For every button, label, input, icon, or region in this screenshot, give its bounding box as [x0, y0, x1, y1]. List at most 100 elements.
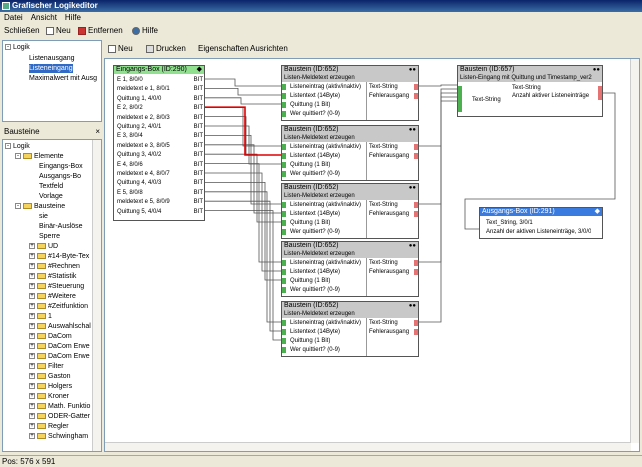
output-pin[interactable]: [414, 320, 418, 326]
new-button[interactable]: Neu: [44, 25, 73, 37]
logic-canvas[interactable]: Eingangs-Box (ID:290) ◆ E 1, 8/0/0 BIT meld…: [104, 58, 640, 452]
close-icon[interactable]: ×: [95, 126, 100, 138]
input-pin[interactable]: [282, 211, 286, 217]
input-pin[interactable]: [282, 93, 286, 99]
menu-hilfe[interactable]: Hilfe: [61, 12, 85, 23]
input-pin[interactable]: [282, 220, 286, 226]
folder-icon: [37, 263, 46, 270]
tree-item[interactable]: Vorlage: [39, 192, 63, 201]
input-box[interactable]: Eingangs-Box (ID:290) ◆ E 1, 8/0/0 BIT meld…: [113, 65, 205, 221]
tree-folder[interactable]: + Gaston: [29, 372, 71, 381]
logic-item[interactable]: Listenausgang: [29, 54, 75, 63]
input-pin[interactable]: [282, 229, 286, 235]
output-pin[interactable]: [598, 86, 602, 100]
tree-item[interactable]: Textfeld: [39, 182, 63, 191]
tree-folder[interactable]: +1: [29, 312, 52, 321]
output-pin[interactable]: [414, 93, 418, 99]
input-pin[interactable]: [282, 111, 286, 117]
list-block[interactable]: Baustein (ID:652) Listen-Meldetext erzeug…: [281, 301, 419, 357]
node-menu-icon[interactable]: ●●: [409, 242, 416, 250]
input-pin[interactable]: [282, 338, 286, 344]
output-box[interactable]: Ausgangs-Box (ID:291) ◆ Text_String, 3/0/…: [479, 207, 603, 239]
tree-folder[interactable]: + #Zeitfunktion: [29, 302, 88, 311]
tree-folder[interactable]: + Math. Funktio: [29, 402, 90, 411]
tree-folder[interactable]: + Kroner: [29, 392, 69, 401]
list-block[interactable]: Baustein (ID:652) Listen-Meldetext erzeug…: [281, 125, 419, 181]
input-pin[interactable]: [282, 269, 286, 275]
tree-folder[interactable]: + ODER-Gatter: [29, 412, 90, 421]
input-pin[interactable]: [282, 84, 286, 90]
properties-button[interactable]: Eigenschaften: [196, 43, 251, 55]
tree-folder[interactable]: + UD: [29, 242, 58, 251]
output-pin[interactable]: [414, 269, 418, 275]
align-button[interactable]: Ausrichten: [248, 43, 290, 55]
output-pin[interactable]: [414, 84, 418, 90]
pin-label: BIT: [193, 86, 203, 93]
list-block-header: Baustein (ID:652) Listen-Meldetext erzeug…: [282, 184, 418, 200]
print-button[interactable]: Drucken: [144, 43, 188, 55]
tree-folder[interactable]: + Auswahlschal: [29, 322, 91, 331]
tree-folder[interactable]: - Bausteine: [15, 202, 65, 211]
tree-folder[interactable]: + #Rechnen: [29, 262, 80, 271]
input-pin[interactable]: [282, 202, 286, 208]
divider: [366, 258, 367, 296]
logic-root[interactable]: - Logik: [5, 43, 30, 52]
tree-folder[interactable]: + #14-Byte-Tex: [29, 252, 89, 261]
input-pin[interactable]: [282, 278, 286, 284]
blocks-root[interactable]: - Logik: [5, 142, 30, 151]
merge-block[interactable]: Baustein (ID:657) Listen-Eingang mit Qui…: [457, 65, 603, 117]
tree-item[interactable]: Binär-Auslöse: [39, 222, 83, 231]
menu-ansicht[interactable]: Ansicht: [27, 12, 61, 23]
tree-folder[interactable]: + #Statistik: [29, 272, 76, 281]
input-pin[interactable]: [282, 320, 286, 326]
tree-folder[interactable]: + #Weitere: [29, 292, 76, 301]
tree-folder[interactable]: + Holgers: [29, 382, 72, 391]
output-pin[interactable]: [414, 329, 418, 335]
tree-folder[interactable]: + Schwingham: [29, 432, 88, 441]
tree-folder[interactable]: + DaCom Erwe: [29, 352, 90, 361]
output-pin[interactable]: [414, 211, 418, 217]
input-pin[interactable]: [282, 329, 286, 335]
tree-folder[interactable]: + DaCom Erwe: [29, 342, 90, 351]
output-pin[interactable]: [414, 260, 418, 266]
input-pin[interactable]: [282, 144, 286, 150]
node-menu-icon[interactable]: ●●: [409, 302, 416, 310]
list-block[interactable]: Baustein (ID:652) Listen-Meldetext erzeug…: [281, 183, 419, 239]
close-button[interactable]: Schließen: [2, 25, 42, 37]
tree-item[interactable]: Eingangs-Box: [39, 162, 83, 171]
tree-item[interactable]: sie: [39, 212, 48, 221]
node-menu-icon[interactable]: ●●: [409, 66, 416, 74]
input-pin[interactable]: [282, 287, 286, 293]
output-pin[interactable]: [414, 153, 418, 159]
input-pin[interactable]: [282, 260, 286, 266]
tree-folder[interactable]: - Elemente: [15, 152, 64, 161]
vertical-scrollbar[interactable]: [92, 140, 101, 451]
input-pin[interactable]: [458, 86, 462, 112]
tree-folder[interactable]: + Regler: [29, 422, 69, 431]
remove-button[interactable]: Entfernen: [76, 25, 125, 37]
list-block[interactable]: Baustein (ID:652) Listen-Meldetext erzeug…: [281, 65, 419, 121]
list-block[interactable]: Baustein (ID:652) Listen-Meldetext erzeug…: [281, 241, 419, 297]
output-pin[interactable]: [414, 144, 418, 150]
input-pin[interactable]: [282, 347, 286, 353]
input-pin[interactable]: [282, 171, 286, 177]
output-pin[interactable]: [414, 202, 418, 208]
tree-item[interactable]: Ausgangs-Bo: [39, 172, 81, 181]
tree-folder[interactable]: + DaCom: [29, 332, 72, 341]
node-menu-icon[interactable]: ●●: [593, 66, 600, 74]
help-button[interactable]: Hilfe: [130, 25, 160, 37]
tree-folder[interactable]: + #Steuerung: [29, 282, 84, 291]
canvas-horizontal-scrollbar[interactable]: [105, 442, 631, 451]
input-pin[interactable]: [282, 102, 286, 108]
tree-item[interactable]: Sperre: [39, 232, 60, 241]
input-pin[interactable]: [282, 153, 286, 159]
node-menu-icon[interactable]: ●●: [409, 126, 416, 134]
editor-new-button[interactable]: Neu: [106, 43, 135, 55]
tree-folder[interactable]: + Filter: [29, 362, 64, 371]
canvas-vertical-scrollbar[interactable]: [630, 59, 639, 443]
menu-datei[interactable]: Datei: [0, 12, 27, 23]
logic-item[interactable]: Maximalwert mit Ausg: [29, 74, 97, 83]
node-menu-icon[interactable]: ●●: [409, 184, 416, 192]
logic-item-selected[interactable]: Listeneingang: [29, 64, 73, 73]
input-pin[interactable]: [282, 162, 286, 168]
